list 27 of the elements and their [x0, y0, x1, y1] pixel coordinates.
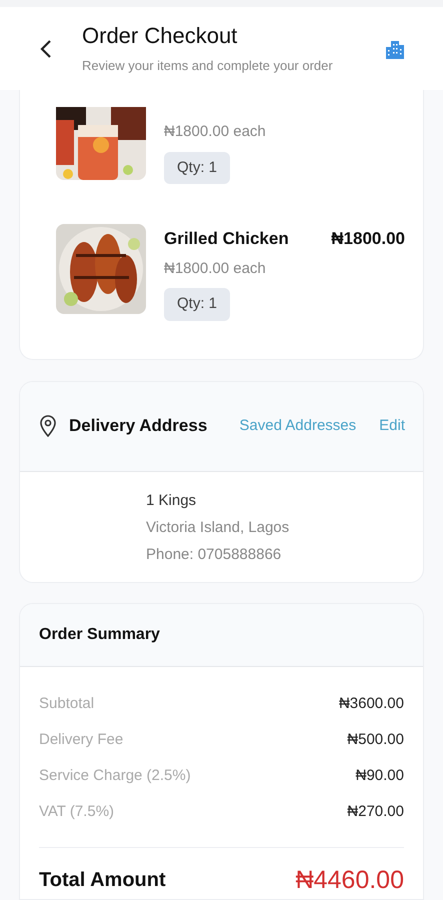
unit-price: ₦1800.00 each: [164, 258, 267, 278]
delivery-title: Delivery Address: [69, 415, 208, 438]
page-subtitle: Review your items and complete your order: [82, 56, 334, 75]
total-label: Total Amount: [39, 868, 166, 894]
back-icon: [39, 38, 53, 58]
location-pin-icon: [39, 415, 57, 437]
address-line: Phone: 0705888866: [146, 544, 282, 564]
address-line: 1 Kings: [146, 490, 198, 510]
summary-label: Delivery Fee: [39, 730, 124, 750]
item-price: ₦1800.00: [331, 228, 405, 250]
unit-price: ₦1800.00 each: [164, 122, 267, 142]
quantity-badge: Qty: 1: [164, 288, 230, 320]
page-title: Order Checkout: [82, 22, 238, 50]
summary-label: VAT (7.5%): [39, 802, 114, 822]
summary-label: Service Charge (2.5%): [39, 766, 191, 786]
address-line: Victoria Island, Lagos: [146, 518, 290, 536]
total-value: ₦4460.00: [296, 864, 404, 896]
edit-link[interactable]: Edit: [379, 414, 405, 438]
summary-value: ₦3600.00: [338, 694, 404, 714]
saved-addresses-link[interactable]: Saved Addresses: [239, 414, 356, 438]
summary-value: ₦90.00: [356, 766, 404, 786]
summary-title: Order Summary: [39, 624, 160, 644]
quantity-badge: Qty: 1: [164, 152, 230, 184]
summary-value: ₦500.00: [347, 730, 404, 750]
item-name: Grilled Chicken: [164, 228, 289, 250]
summary-value: ₦270.00: [347, 802, 404, 822]
summary-label: Subtotal: [39, 694, 94, 714]
